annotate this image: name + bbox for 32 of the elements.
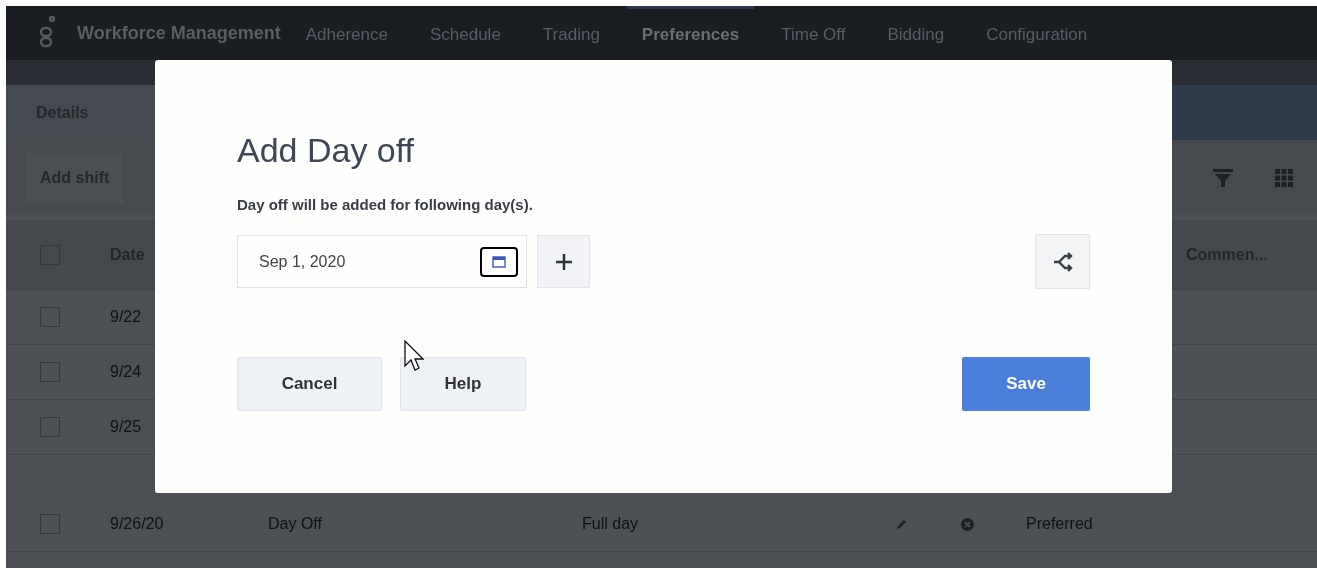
add-date-button[interactable] [537,235,590,288]
merge-arrows-icon [1052,251,1073,272]
preference-cell-text: Preferred [1026,514,1093,534]
filter-icon[interactable] [1213,168,1233,187]
shuffle-button[interactable] [1035,234,1090,289]
pencil-icon[interactable] [897,519,907,529]
cursor-icon [404,340,424,372]
dialog-button[interactable]: Help [400,356,526,411]
date-cell-text: 9/24 [110,362,143,382]
nav-tab[interactable]: Adherence [290,6,403,60]
nav-tab[interactable]: Configuration [971,6,1103,60]
date-cell-text: 9/26/20 [110,514,165,534]
duration-cell-text: Full day [582,514,640,534]
dialog-message: Day off will be added for following day(s). [237,195,534,215]
date-cell-text: 9/22 [110,307,143,327]
nav-tab[interactable]: Schedule [414,6,516,60]
plus-icon [555,253,572,270]
calendar-icon [492,255,506,268]
dialog-button[interactable]: Cancel [237,356,382,411]
date-field[interactable]: Sep 1, 2020 [237,235,527,288]
remove-icon[interactable] [961,517,974,531]
calendar-button[interactable] [480,246,518,277]
type-cell-text: Day Off [268,514,323,534]
nav-tab[interactable]: Bidding [872,6,960,60]
app-title: Workforce Management [77,21,281,45]
grid-icon[interactable] [1275,168,1293,187]
date-cell-text: 9/25 [110,417,143,437]
nav-tab[interactable]: Trading [527,6,615,60]
nav-tab[interactable]: Time Off [766,6,861,60]
logo-icon [39,16,55,50]
dialog-title: Add Day off [237,130,416,170]
save-button[interactable]: Save [962,356,1090,411]
